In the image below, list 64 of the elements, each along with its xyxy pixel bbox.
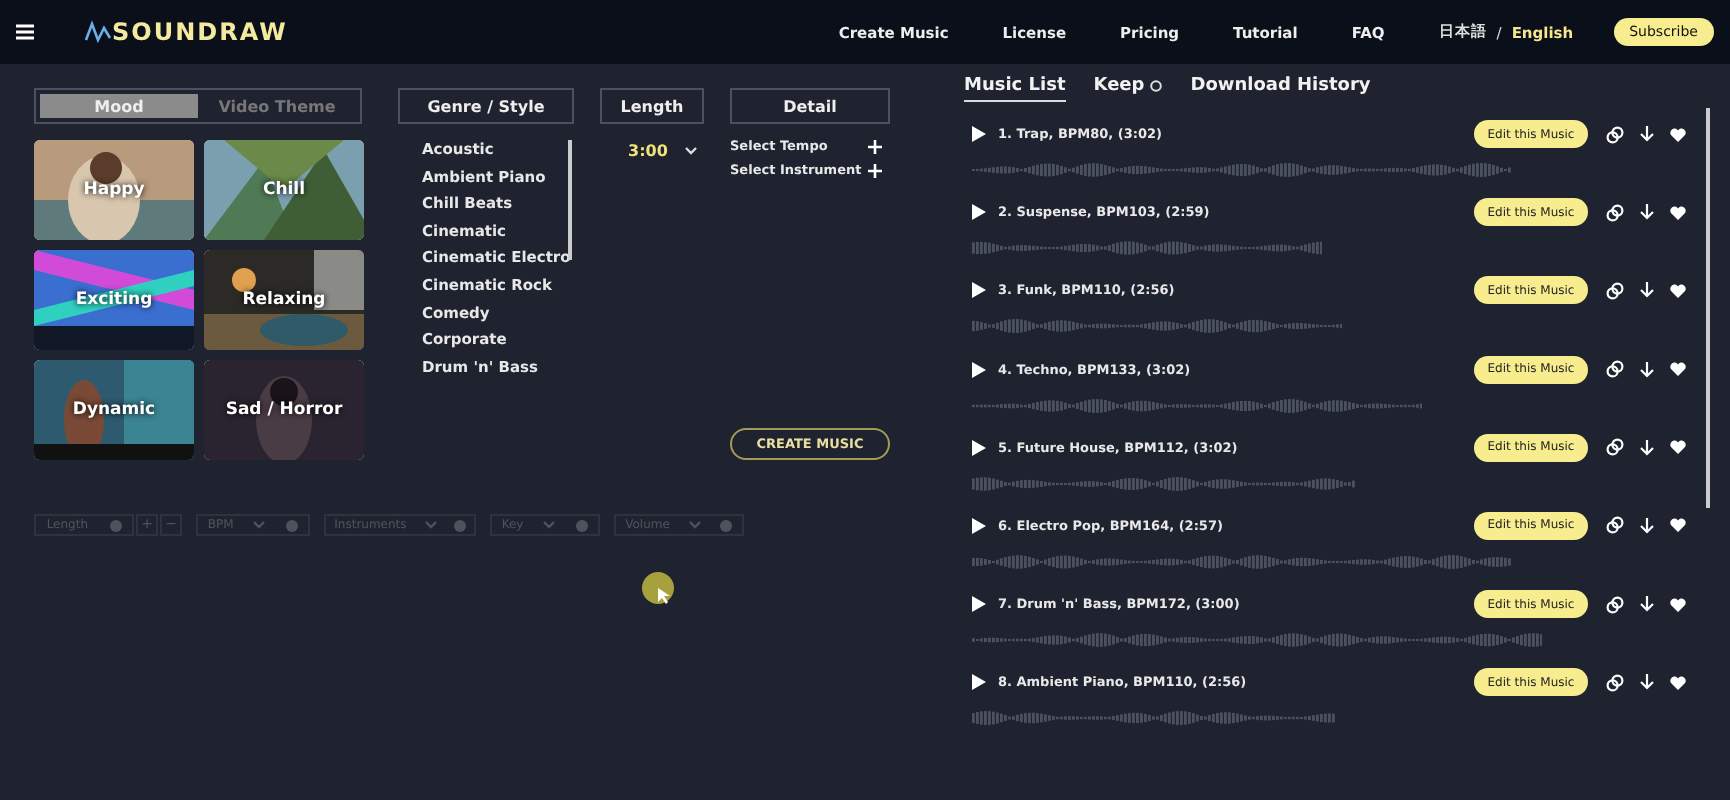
heart-icon[interactable] [1670, 440, 1686, 455]
link-icon[interactable] [1606, 595, 1624, 614]
play-icon[interactable] [972, 361, 986, 378]
play-icon[interactable] [972, 517, 986, 534]
logo[interactable]: SOUNDRAW [112, 18, 288, 46]
link-icon[interactable] [1606, 438, 1624, 457]
logo-icon [84, 20, 112, 44]
mood-label: Sad / Horror [225, 400, 343, 420]
plus-icon [868, 163, 882, 177]
chevron-down-icon [542, 520, 557, 530]
heart-icon[interactable] [1670, 362, 1686, 377]
plus-icon [868, 139, 882, 153]
mood-label: Dynamic [72, 400, 156, 420]
link-icon[interactable] [1606, 673, 1624, 692]
chevron-down-icon [423, 520, 438, 530]
download-icon[interactable] [1640, 204, 1654, 221]
play-icon[interactable] [972, 439, 986, 456]
heart-icon[interactable] [1670, 597, 1686, 612]
mood-label: Chill [262, 180, 306, 200]
download-icon[interactable] [1640, 126, 1654, 142]
mood-tile[interactable]: Dynamic [34, 360, 194, 460]
menu-icon[interactable] [16, 24, 34, 40]
play-icon[interactable] [972, 282, 986, 299]
play-icon[interactable] [972, 596, 986, 613]
download-icon[interactable] [1640, 439, 1654, 456]
mood-tile[interactable]: Relaxing [204, 250, 364, 350]
download-icon[interactable] [1640, 517, 1654, 534]
download-icon[interactable] [1640, 674, 1654, 691]
heart-icon[interactable] [1670, 127, 1686, 141]
mood-tile[interactable]: Sad / Horror [204, 360, 364, 460]
play-icon[interactable] [972, 126, 986, 142]
column-header: Genre / Style [398, 88, 574, 124]
download-icon[interactable] [1640, 282, 1654, 299]
link-icon[interactable] [1606, 125, 1624, 143]
tab[interactable]: Download History [1190, 76, 1371, 102]
download-icon[interactable] [1640, 361, 1654, 378]
play-icon[interactable] [972, 204, 986, 221]
chevron-down-icon [252, 520, 267, 530]
link-icon[interactable] [1606, 360, 1624, 379]
chevron-down-icon [683, 146, 698, 156]
cursor-icon [640, 570, 680, 610]
heart-icon[interactable] [1670, 675, 1686, 690]
mood-tile[interactable]: Chill [204, 140, 364, 240]
tab[interactable]: Keep [1093, 76, 1163, 102]
tab[interactable]: Music List [964, 76, 1066, 102]
link-icon[interactable] [1606, 203, 1624, 222]
scrollbar[interactable] [568, 140, 572, 260]
column-header: Detail [730, 88, 890, 124]
heart-icon[interactable] [1670, 518, 1686, 533]
heart-icon[interactable] [1670, 205, 1686, 220]
chevron-down-icon [688, 520, 703, 530]
mood-label: Relaxing [242, 290, 326, 310]
scrollbar[interactable] [1706, 108, 1710, 508]
mood-label: Happy [83, 180, 145, 200]
link-icon[interactable] [1606, 516, 1624, 535]
download-icon[interactable] [1640, 596, 1654, 613]
length-value: 3:00 [628, 142, 668, 160]
link-icon[interactable] [1606, 281, 1624, 300]
heart-icon[interactable] [1670, 283, 1686, 298]
column-header: Length [600, 88, 704, 124]
play-icon[interactable] [972, 674, 986, 691]
length-select[interactable]: 3:00 [600, 142, 704, 160]
tab[interactable]: Video Theme [198, 94, 356, 118]
mood-label: Exciting [75, 290, 153, 310]
